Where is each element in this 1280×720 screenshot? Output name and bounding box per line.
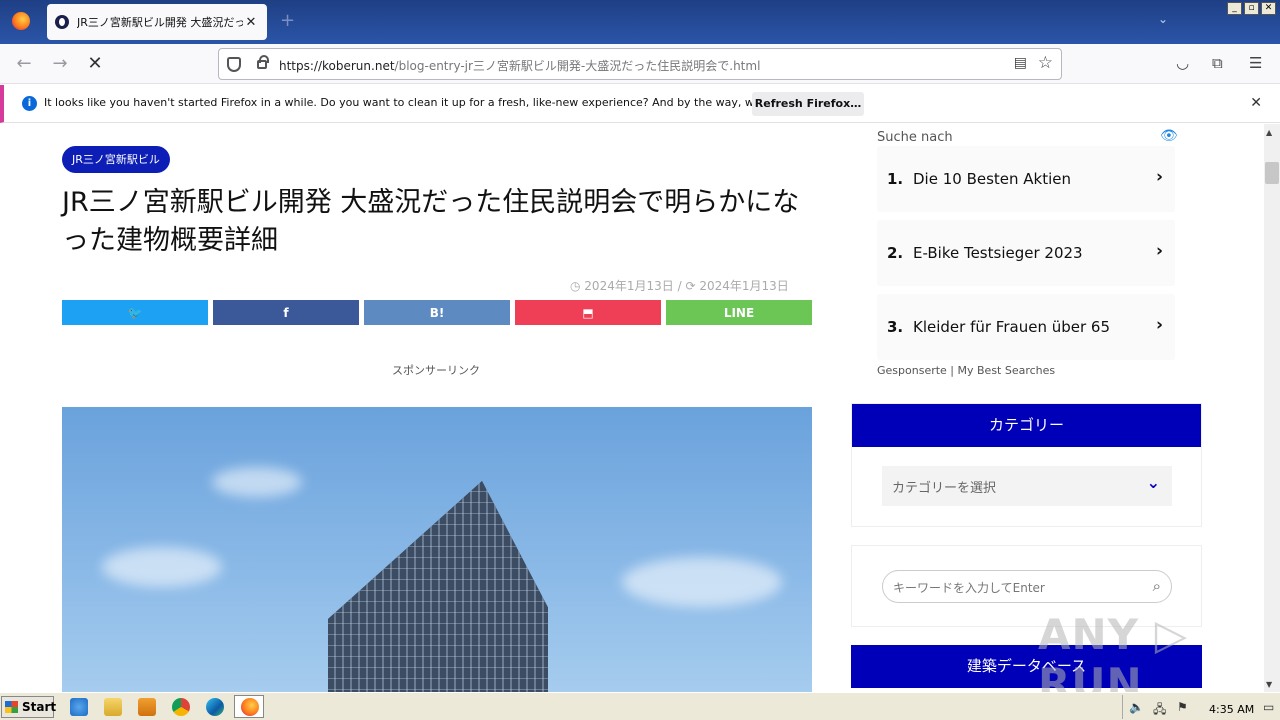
tab-title: JR三ノ宮新駅ビル開発 大盛況だった住民説明会で明らかになった建物概要詳細 [77, 16, 243, 29]
ad-text: E-Bike Testsieger 2023 [913, 244, 1083, 262]
cloud [622, 557, 782, 607]
chevron-right-icon: › [1155, 315, 1163, 335]
reader-view-icon[interactable]: ▤ [1014, 55, 1027, 71]
updated-date: 2024年1月13日 [699, 279, 789, 293]
clock-icon: ◷ [570, 279, 585, 293]
maximize-button[interactable]: ▫ [1244, 2, 1259, 15]
refresh-firefox-button[interactable]: Refresh Firefox… [752, 92, 864, 116]
file-explorer-icon[interactable] [104, 698, 122, 716]
firefox-logo-icon [12, 12, 30, 30]
ad-footer[interactable]: Gesponserte | My Best Searches [877, 364, 1055, 377]
browser-tab[interactable]: JR三ノ宮新駅ビル開発 大盛況だった住民説明会で明らかになった建物概要詳細 ✕ [47, 4, 267, 40]
page-content: JR三ノ宮新駅ビル JR三ノ宮新駅ビル開発 大盛況だった住民説明会で明らかになっ… [0, 124, 1264, 692]
refresh-icon: ⟳ [685, 279, 700, 293]
url-host: https://koberun.net [279, 59, 395, 73]
date-separator: / [677, 279, 682, 293]
tracking-protection-shield-icon[interactable] [227, 57, 241, 72]
category-widget: カテゴリー カテゴリーを選択 ⌄ [851, 403, 1202, 527]
forward-button[interactable]: → [48, 52, 72, 76]
category-select[interactable]: カテゴリーを選択 ⌄ [882, 466, 1172, 506]
chevron-right-icon: › [1155, 167, 1163, 187]
tab-list-chevron-icon[interactable]: ⌄ [1158, 12, 1168, 26]
info-icon: i [22, 96, 37, 111]
cloud [102, 547, 222, 587]
extensions-icon[interactable]: ⧉ [1212, 54, 1223, 72]
ad-number: 2. [887, 244, 904, 262]
ad-number: 1. [887, 170, 904, 188]
ad-item[interactable]: 3. Kleider für Frauen über 65 › [877, 294, 1175, 360]
ad-number: 3. [887, 318, 904, 336]
url-text[interactable]: https://koberun.net/blog-entry-jr三ノ宮新駅ビル… [279, 57, 760, 74]
search-icon[interactable]: ⌕ [1153, 577, 1161, 595]
media-player-icon[interactable] [138, 698, 156, 716]
share-pocket-button[interactable]: ⬒ [515, 300, 661, 325]
chrome-icon[interactable] [172, 698, 190, 716]
bookmark-star-icon[interactable]: ☆ [1038, 53, 1053, 73]
url-bar[interactable]: https://koberun.net/blog-entry-jr三ノ宮新駅ビル… [218, 48, 1062, 80]
chevron-down-icon: ⌄ [1146, 473, 1160, 492]
firefox-taskbar-button[interactable] [234, 695, 264, 718]
sponsor-label: スポンサーリンク [392, 364, 480, 377]
taskbar: Start 🔈 🖧 ⚑ 4:35 AM ▭ [0, 692, 1280, 720]
category-select-placeholder: カテゴリーを選択 [892, 481, 997, 496]
window-controls: _ ▫ ✕ [1227, 2, 1276, 15]
ad-item[interactable]: 1. Die 10 Besten Aktien › [877, 146, 1175, 212]
site-favicon-icon [55, 15, 69, 29]
volume-icon[interactable]: 🔈 [1129, 700, 1144, 714]
minimize-button[interactable]: _ [1227, 2, 1242, 15]
windows-flag-icon [5, 701, 18, 713]
new-tab-button[interactable]: + [280, 10, 295, 31]
notification-text: It looks like you haven't started Firefo… [44, 96, 828, 109]
article-title: JR三ノ宮新駅ビル開発 大盛況だった住民説明会で明らかになった建物概要詳細 [62, 187, 800, 256]
start-label: Start [22, 700, 57, 714]
ad-text: Kleider für Frauen über 65 [913, 318, 1110, 336]
share-facebook-button[interactable]: f [213, 300, 359, 325]
category-widget-title: カテゴリー [852, 404, 1201, 447]
share-buttons: 🐦 f B! ⬒ LINE [62, 300, 812, 325]
chevron-right-icon: › [1155, 241, 1163, 261]
tab-close-icon[interactable]: ✕ [243, 15, 259, 30]
edge-icon[interactable] [206, 698, 224, 716]
ad-search-label: Suche nach [877, 130, 953, 145]
start-button[interactable]: Start [1, 696, 57, 718]
published-date: 2024年1月13日 [584, 279, 674, 293]
share-hatena-button[interactable]: B! [364, 300, 510, 325]
flag-icon[interactable]: ⚑ [1177, 700, 1188, 714]
stop-loading-button[interactable]: ✕ [83, 52, 107, 76]
tab-strip: JR三ノ宮新駅ビル開発 大盛況だった住民説明会で明らかになった建物概要詳細 ✕ … [0, 0, 1280, 44]
cloud [212, 467, 302, 497]
skyscraper-windows [328, 481, 548, 692]
ad-eye-icon[interactable]: 👁 [1160, 128, 1178, 144]
scrollbar-thumb[interactable] [1265, 162, 1279, 184]
clock: 4:35 AM [1209, 703, 1255, 716]
page-scrollbar[interactable] [1264, 124, 1280, 692]
url-path: /blog-entry-jr三ノ宮新駅ビル開発-大盛況だった住民説明会で.htm… [394, 59, 761, 73]
navigation-toolbar: ← → ✕ https://koberun.net/blog-entry-jr三… [0, 44, 1280, 84]
menu-icon[interactable]: ☰ [1249, 54, 1262, 72]
close-window-button[interactable]: ✕ [1261, 2, 1276, 15]
ad-item[interactable]: 2. E-Bike Testsieger 2023 › [877, 220, 1175, 286]
back-button[interactable]: ← [12, 52, 36, 76]
share-twitter-button[interactable]: 🐦 [62, 300, 208, 325]
ad-text: Die 10 Besten Aktien [913, 170, 1072, 188]
network-icon[interactable]: 🖧 [1153, 700, 1166, 720]
firefox-icon [241, 698, 259, 716]
category-badge[interactable]: JR三ノ宮新駅ビル [62, 146, 170, 173]
keyword-search-placeholder: キーワードを入力してEnter [893, 581, 1045, 595]
system-tray: 🔈 🖧 ⚑ 4:35 AM ▭ [1122, 695, 1280, 719]
article-hero-image [62, 407, 812, 692]
scroll-up-arrow-icon[interactable]: ▲ [1266, 128, 1272, 137]
show-desktop-icon[interactable]: ▭ [1263, 700, 1274, 714]
share-line-button[interactable]: LINE [666, 300, 812, 325]
firefox-view-button[interactable] [8, 8, 34, 34]
internet-explorer-icon[interactable] [70, 698, 88, 716]
notification-bar: i It looks like you haven't started Fire… [0, 85, 1280, 123]
lock-icon[interactable] [257, 55, 269, 69]
keyword-search-input[interactable]: キーワードを入力してEnter ⌕ [882, 570, 1172, 603]
notification-close-icon[interactable]: ✕ [1250, 95, 1262, 111]
pocket-icon[interactable]: ◡ [1176, 54, 1189, 72]
article-dates: ◷ 2024年1月13日 / ⟳ 2024年1月13日 [570, 277, 789, 294]
